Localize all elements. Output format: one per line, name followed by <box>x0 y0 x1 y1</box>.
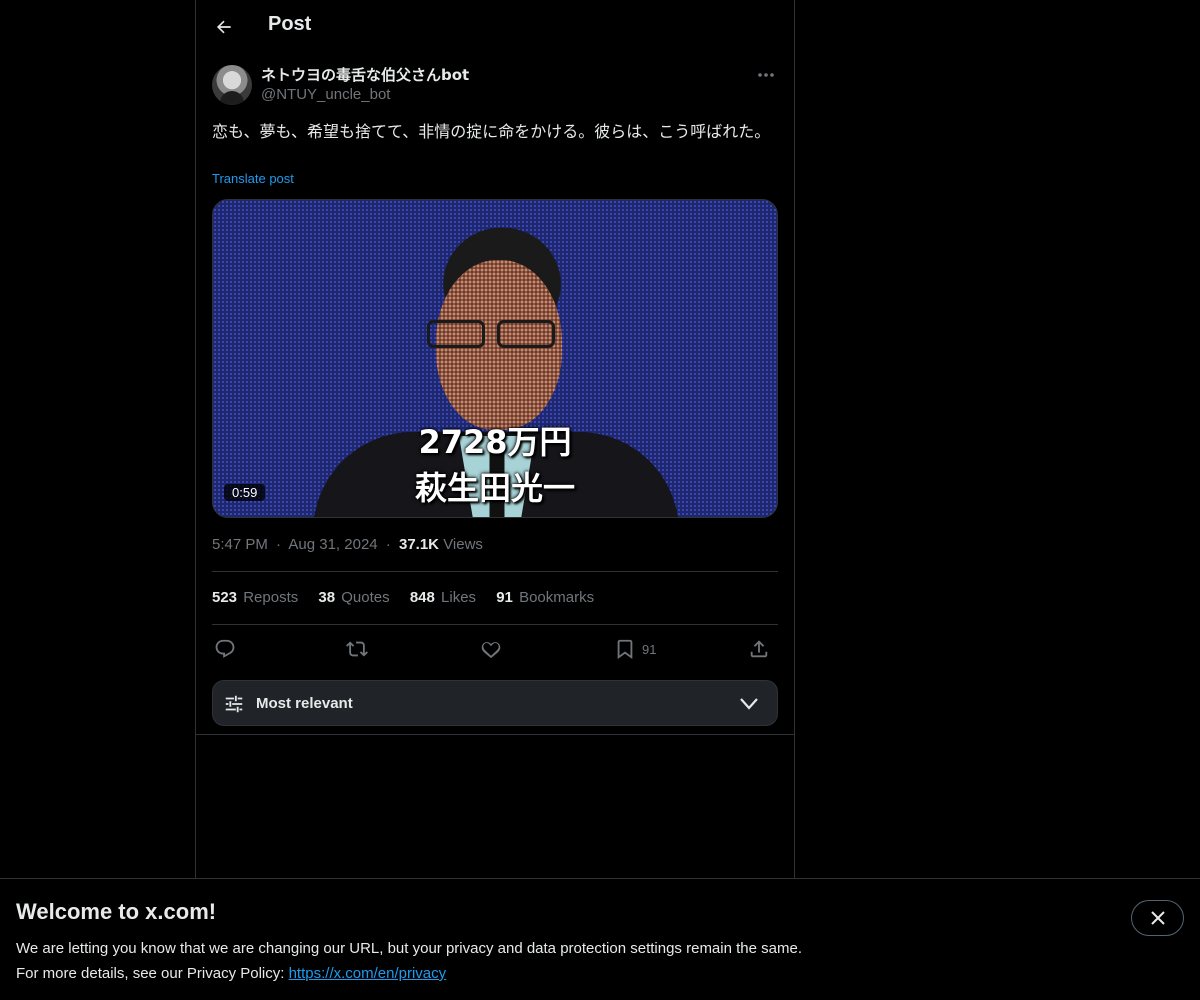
quotes-stat[interactable]: 38 Quotes <box>318 589 389 606</box>
banner-title: Welcome to x.com! <box>16 899 217 924</box>
bookmark-button[interactable]: 91 <box>614 636 656 662</box>
reply-button[interactable] <box>214 636 236 662</box>
views-label: Views <box>443 536 483 553</box>
post-meta: 5:47 PM · Aug 31, 2024 · 37.1K Views <box>212 536 483 553</box>
repost-icon <box>346 641 368 657</box>
bookmarks-count: 91 <box>496 589 513 606</box>
post-column: Post ネトウヨの毒舌な伯父さんbot @NTUY_uncle_bot 恋も、… <box>195 0 795 878</box>
back-button[interactable] <box>206 9 242 45</box>
heart-icon <box>481 642 501 659</box>
quotes-count: 38 <box>318 589 336 606</box>
close-banner-button[interactable] <box>1131 900 1184 936</box>
post-stats: 523 Reposts 38 Quotes 848 Likes 91 Bookm… <box>212 589 610 606</box>
share-button[interactable] <box>748 636 770 662</box>
post-header: Post <box>196 0 794 54</box>
bookmark-icon <box>617 639 633 660</box>
avatar[interactable] <box>212 65 252 105</box>
video-caption-name: 萩生田光一 <box>414 469 575 507</box>
chevron-down-icon <box>740 698 758 710</box>
reply-icon <box>215 639 235 658</box>
bookmarks-label: Bookmarks <box>519 589 595 606</box>
more-options-button[interactable] <box>754 64 778 86</box>
like-button[interactable] <box>480 636 502 662</box>
share-icon <box>750 640 768 658</box>
reply-sort-dropdown[interactable]: Most relevant <box>212 680 778 726</box>
likes-stat[interactable]: 848 Likes <box>410 589 476 606</box>
page-title: Post <box>268 13 312 35</box>
banner-line-2-prefix: For more details, see our Privacy Policy… <box>16 965 289 982</box>
divider <box>212 571 778 572</box>
close-icon <box>1150 911 1165 925</box>
banner-text: We are letting you know that we are chan… <box>16 936 802 986</box>
banner-line-1: We are letting you know that we are chan… <box>16 940 802 957</box>
likes-label: Likes <box>441 589 477 606</box>
likes-count: 848 <box>409 589 435 606</box>
post-text: 恋も、夢も、希望も捨てて、非情の掟に命をかける。彼らは、こう呼ばれた。 <box>212 122 771 141</box>
quotes-label: Quotes <box>341 589 390 606</box>
arrow-left-icon <box>216 20 231 34</box>
repost-button[interactable] <box>346 636 368 662</box>
post-author: ネトウヨの毒舌な伯父さんbot @NTUY_uncle_bot <box>212 64 778 108</box>
divider <box>212 624 778 625</box>
author-name[interactable]: ネトウヨの毒舌な伯父さんbot <box>261 64 469 85</box>
more-dots-icon <box>758 73 774 77</box>
bookmarks-stat[interactable]: 91 Bookmarks <box>496 589 594 606</box>
reposts-label: Reposts <box>243 589 299 606</box>
divider <box>196 734 794 735</box>
privacy-policy-link[interactable]: https://x.com/en/privacy <box>289 965 447 982</box>
meta-separator: · <box>276 536 282 553</box>
views-count: 37.1K <box>398 536 440 553</box>
video-duration-badge: 0:59 <box>224 484 266 501</box>
bookmark-count: 91 <box>642 641 657 657</box>
author-handle[interactable]: @NTUY_uncle_bot <box>261 86 390 103</box>
sort-label: Most relevant <box>256 695 353 712</box>
meta-separator: · <box>385 536 391 553</box>
video-caption-amount: 2728万円 <box>418 423 572 461</box>
url-change-banner: Welcome to x.com! We are letting you kno… <box>0 878 1200 1000</box>
post-time[interactable]: 5:47 PM <box>212 536 268 553</box>
video-player[interactable]: 2728万円 萩生田光一 0:59 <box>212 199 778 518</box>
sliders-icon <box>225 695 243 713</box>
post-actions: 91 <box>212 634 778 662</box>
reposts-count: 523 <box>212 589 238 606</box>
post-date[interactable]: Aug 31, 2024 <box>288 536 377 553</box>
reposts-stat[interactable]: 523 Reposts <box>212 589 298 606</box>
video-figure-glasses <box>427 320 569 350</box>
translate-post-link[interactable]: Translate post <box>212 171 294 186</box>
banner-line-2: For more details, see our Privacy Policy… <box>16 961 802 986</box>
